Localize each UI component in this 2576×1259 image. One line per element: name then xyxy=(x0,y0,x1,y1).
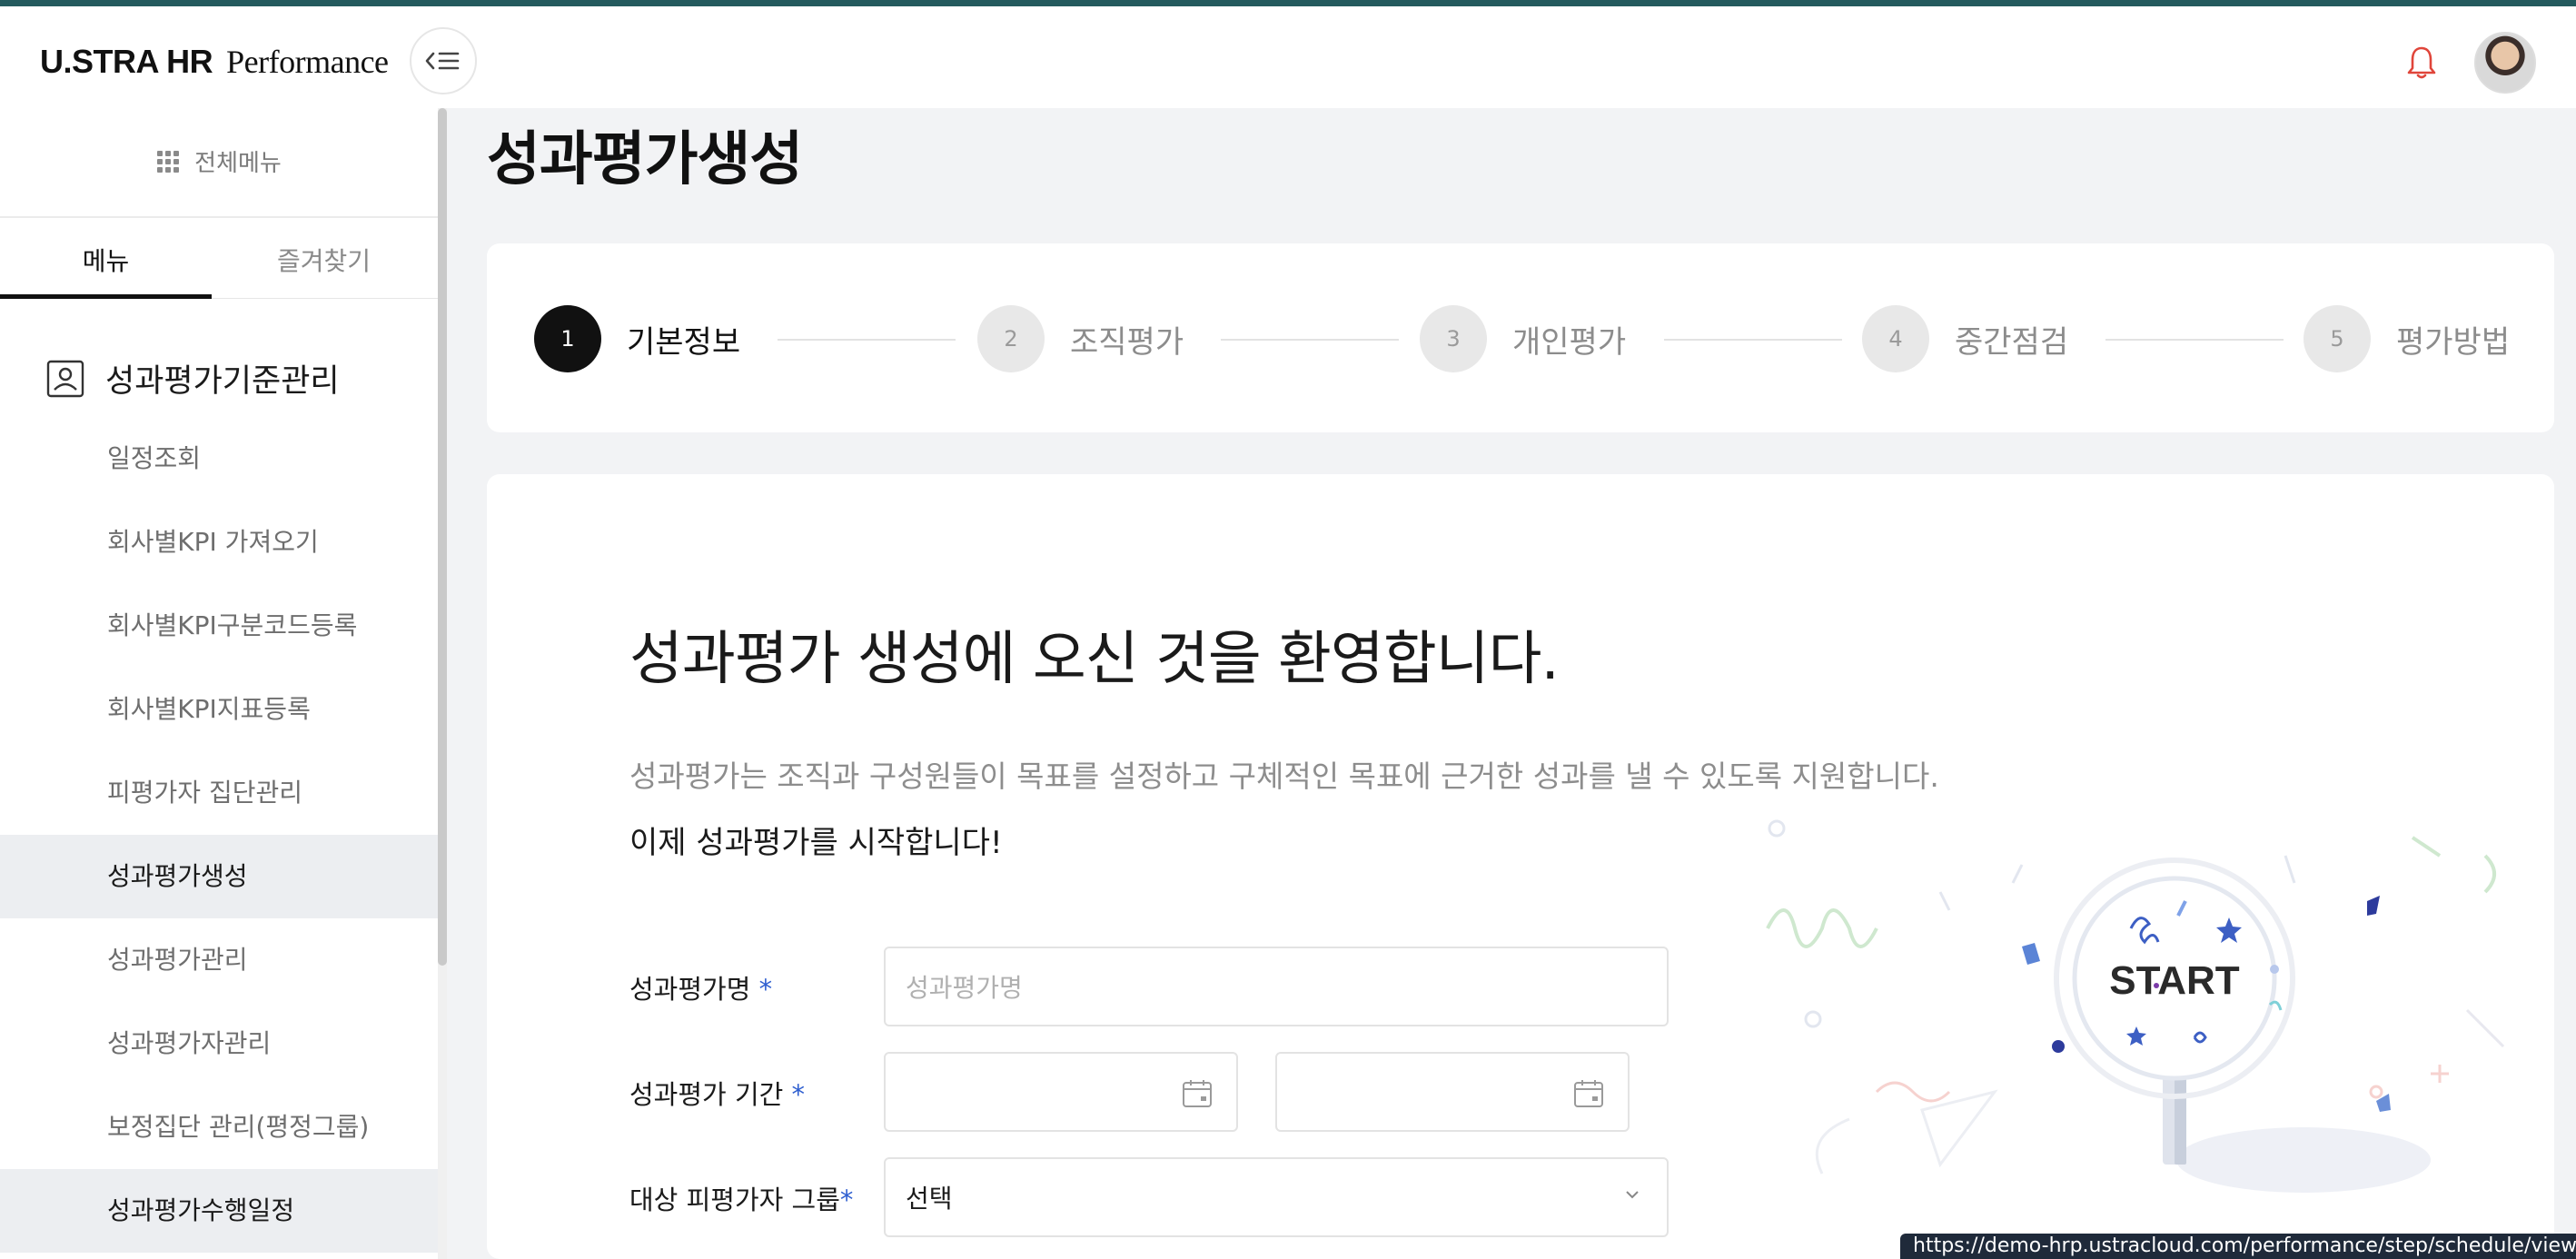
start-illustration: START xyxy=(1766,819,2505,1193)
sidebar-item-evaluator-management[interactable]: 성과평가자관리 xyxy=(0,1002,438,1086)
sidebar-item-manage-evaluation[interactable]: 성과평가관리 xyxy=(0,918,438,1002)
calendar-icon[interactable] xyxy=(1573,1079,1604,1108)
sidebar-item-schedule-view[interactable]: 일정조회 xyxy=(0,417,438,501)
app-logo[interactable]: U.STRA HR Performance xyxy=(40,43,389,81)
welcome-heading: 성과평가 생성에 오신 것을 환영합니다. xyxy=(629,626,1560,693)
calendar-icon[interactable] xyxy=(1182,1079,1213,1108)
step-connector xyxy=(1664,339,1842,341)
step-4-label: 중간점검 xyxy=(1955,323,2069,361)
step-connector xyxy=(778,339,956,341)
step-1[interactable]: 1 기본정보 xyxy=(534,305,740,372)
evaluation-period-label: 성과평가 기간 * xyxy=(629,1079,806,1110)
all-menu-button[interactable]: 전체메뉴 xyxy=(0,144,438,178)
logo-brand: U.STRA HR xyxy=(40,43,213,80)
top-accent-bar xyxy=(0,0,2576,6)
step-5-label: 평가방법 xyxy=(2396,323,2511,361)
step-1-number: 1 xyxy=(534,305,601,372)
active-tab-indicator xyxy=(0,294,212,299)
evaluation-name-label: 성과평가명 * xyxy=(629,974,773,1005)
step-3-number: 3 xyxy=(1420,305,1487,372)
sidebar-item-kpi-indicator-register[interactable]: 회사별KPI지표등록 xyxy=(0,668,438,751)
notification-bell-icon[interactable] xyxy=(2405,45,2438,81)
page-title: 성과평가생성 xyxy=(487,126,803,193)
sidebar-item-calibration-groups[interactable]: 보정집단 관리(평정그룹) xyxy=(0,1086,438,1169)
tab-menu[interactable]: 메뉴 xyxy=(0,242,212,278)
step-connector xyxy=(1221,339,1399,341)
sidebar-item-create-evaluation[interactable]: 성과평가생성 xyxy=(0,835,438,918)
sidebar-item-evaluatee-groups[interactable]: 피평가자 집단관리 xyxy=(0,751,438,835)
app-header: U.STRA HR Performance xyxy=(0,6,2576,108)
link-preview-statusbar: https://demo-hrp.ustracloud.com/performa… xyxy=(1900,1234,2576,1259)
welcome-cta-text: 이제 성과평가를 시작합니다! xyxy=(629,825,1003,861)
sidebar-item-execution-schedule[interactable]: 성과평가수행일정 xyxy=(0,1169,438,1253)
welcome-description: 성과평가는 조직과 구성원들이 목표를 설정하고 구체적인 목표에 근거한 성과… xyxy=(629,758,1939,794)
target-group-label: 대상 피평가자 그룹* xyxy=(629,1185,854,1215)
section-title: 성과평가기준관리 xyxy=(105,363,340,400)
content-card: 성과평가 생성에 오신 것을 환영합니다. 성과평가는 조직과 구성원들이 목표… xyxy=(487,474,2554,1259)
step-5-number: 5 xyxy=(2304,305,2371,372)
sidebar-scrollbar-thumb[interactable] xyxy=(438,108,447,966)
step-3-label: 개인평가 xyxy=(1512,323,1627,361)
step-5[interactable]: 5 평가방법 xyxy=(2304,305,2510,372)
target-group-selected-value: 선택 xyxy=(906,1184,953,1214)
sidebar-divider xyxy=(0,216,438,218)
menu-section-header[interactable]: 성과평가기준관리 xyxy=(45,355,340,401)
start-text: START xyxy=(2109,958,2240,1003)
step-connector xyxy=(2105,339,2284,341)
period-end-date-input[interactable] xyxy=(1275,1052,1630,1132)
logo-product: Performance xyxy=(226,44,389,80)
step-3[interactable]: 3 개인평가 xyxy=(1420,305,1626,372)
sidebar: 전체메뉴 메뉴 즐겨찾기 성과평가기준관리 일정조회 회사별KPI 가져오기 회… xyxy=(0,108,438,1259)
chevron-down-icon xyxy=(1626,1191,1639,1199)
person-card-icon xyxy=(46,360,84,397)
user-avatar[interactable] xyxy=(2474,32,2536,94)
grid-icon xyxy=(157,150,180,173)
step-2[interactable]: 2 조직평가 xyxy=(977,305,1184,372)
target-group-select[interactable]: 선택 xyxy=(884,1157,1669,1237)
step-4-number: 4 xyxy=(1862,305,1929,372)
evaluation-name-input[interactable]: 성과평가명 xyxy=(884,947,1669,1026)
evaluation-name-placeholder: 성과평가명 xyxy=(906,973,1023,1003)
all-menu-label: 전체메뉴 xyxy=(194,150,282,177)
step-2-label: 조직평가 xyxy=(1070,323,1184,361)
sidebar-item-kpi-code-register[interactable]: 회사별KPI구분코드등록 xyxy=(0,584,438,668)
tab-favorites[interactable]: 즐겨찾기 xyxy=(218,242,430,278)
collapse-menu-icon xyxy=(425,52,460,70)
step-1-label: 기본정보 xyxy=(627,323,741,361)
step-indicator: 1 기본정보 2 조직평가 3 개인평가 4 중간점검 5 평가방법 xyxy=(487,243,2554,432)
sidebar-collapse-button[interactable] xyxy=(410,27,477,94)
sidebar-item-import-kpi[interactable]: 회사별KPI 가져오기 xyxy=(0,501,438,584)
menu-list: 일정조회 회사별KPI 가져오기 회사별KPI구분코드등록 회사별KPI지표등록… xyxy=(0,417,438,1253)
step-2-number: 2 xyxy=(977,305,1045,372)
period-start-date-input[interactable] xyxy=(884,1052,1238,1132)
step-4[interactable]: 4 중간점검 xyxy=(1862,305,2068,372)
